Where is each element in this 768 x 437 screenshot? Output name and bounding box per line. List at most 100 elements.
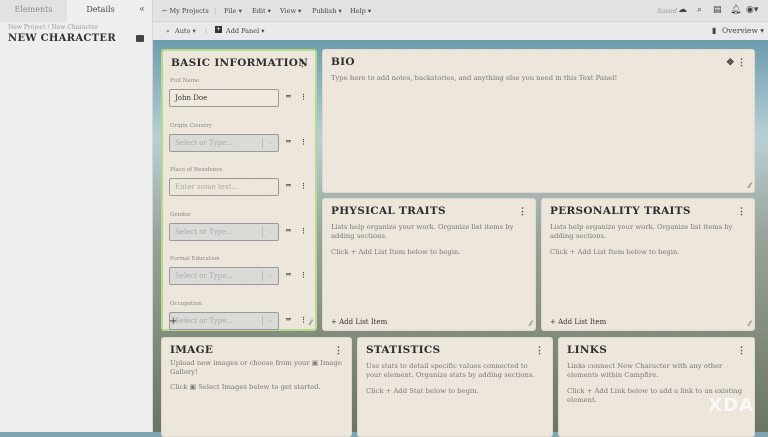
bio-text-input[interactable]: Type here to add notes, backstories, and… xyxy=(331,74,617,83)
panel-description: Upload new images or choose from your ▣ … xyxy=(170,359,342,376)
add-field-icon[interactable]: + xyxy=(169,316,177,327)
field-label: Full Name xyxy=(170,78,200,84)
field-value: Select or Type... xyxy=(175,316,233,325)
resize-handle[interactable]: ⁄⁄ xyxy=(749,320,751,328)
menu-edit[interactable]: Edit ▾ xyxy=(252,7,271,15)
drag-handle-icon[interactable]: ═ xyxy=(286,225,291,235)
panel-title: IMAGE xyxy=(170,344,214,356)
drag-handle-icon[interactable]: ═ xyxy=(286,91,291,101)
sidebar: Elements Details « New Project / New Cha… xyxy=(0,0,153,432)
field-menu-icon[interactable]: ⋮ xyxy=(300,226,307,235)
panel-title: STATISTICS xyxy=(366,344,441,356)
panel-hint: Click ▣ Select Images below to get start… xyxy=(170,383,321,391)
panel-menu-icon[interactable]: ⋮ xyxy=(298,59,307,69)
chevron-down-icon[interactable]: ⌵ xyxy=(262,315,278,326)
add-panel-button[interactable]: Add Panel ▾ xyxy=(226,27,264,35)
field-value: Enter some text... xyxy=(175,183,239,191)
field-input[interactable]: Select or Type... ⌵ xyxy=(169,222,279,241)
zoom-icon: ⌕ xyxy=(166,27,170,35)
panel-menu-icon[interactable]: ⋮ xyxy=(737,207,746,217)
add-list-item-button[interactable]: + Add List Item xyxy=(331,318,387,326)
drag-handle-icon[interactable]: ═ xyxy=(286,314,291,324)
field-label: Occupation xyxy=(170,300,202,307)
edit-image-icon[interactable] xyxy=(136,35,144,42)
drag-handle-icon[interactable]: ═ xyxy=(286,136,291,146)
panel-description: Links connect New Character with any oth… xyxy=(567,362,723,379)
cloud-icon: ☁ xyxy=(678,5,687,15)
menu-publish[interactable]: Publish ▾ xyxy=(312,7,342,15)
field-input[interactable]: Enter some text... xyxy=(169,178,279,196)
field-value: Select or Type... xyxy=(175,138,233,147)
field-input[interactable]: Select or Type... ⌵ xyxy=(169,133,279,152)
field-value: John Doe xyxy=(175,94,208,102)
field-label: Gender xyxy=(170,211,191,218)
field-menu-icon[interactable]: ⋮ xyxy=(300,315,307,324)
statistics-panel[interactable]: STATISTICS ⋮ Use stats to detail specifi… xyxy=(357,337,553,437)
chevron-down-icon[interactable]: ⌵ xyxy=(262,271,278,281)
panel-hint: Click + Add Stat below to begin. xyxy=(366,387,479,395)
menu-help[interactable]: Help ▾ xyxy=(350,7,371,15)
notes-icon[interactable]: ▤ xyxy=(713,5,722,15)
drag-handle-icon[interactable]: ═ xyxy=(286,269,291,279)
chevron-down-icon[interactable]: ⌵ xyxy=(262,137,278,148)
tab-elements[interactable]: Elements xyxy=(0,0,67,22)
personality-traits-panel[interactable]: PERSONALITY TRAITS ⋮ Lists help organize… xyxy=(541,198,755,331)
field-label: Place of Residence xyxy=(170,167,223,173)
field-input[interactable]: Select or Type... ⌵ xyxy=(169,311,279,330)
field-value: Select or Type... xyxy=(175,227,233,236)
field-value: Select or Type... xyxy=(175,272,233,280)
field-label: Formal Education xyxy=(170,256,220,262)
basic-information-panel[interactable]: BASIC INFORMATION ⋮ Full Name John Doe ═… xyxy=(161,49,317,331)
bell-icon[interactable]: 🔔︎ xyxy=(730,5,741,15)
field-menu-icon[interactable]: ⋮ xyxy=(300,181,307,190)
resize-handle[interactable]: ⁄⁄ xyxy=(310,319,312,327)
panel-description: Use stats to detail specific values conn… xyxy=(366,362,535,379)
breadcrumb[interactable]: New Project / New Character xyxy=(8,24,98,31)
page-title: NEW CHARACTER xyxy=(8,33,116,44)
add-panel-icon: + xyxy=(215,26,222,33)
field-input[interactable]: John Doe xyxy=(169,89,279,107)
resize-handle[interactable]: ⁄⁄ xyxy=(749,182,751,190)
panel-menu-icon[interactable]: ⋮ xyxy=(334,346,343,356)
chevron-down-icon[interactable]: ⌵ xyxy=(262,226,278,237)
panel-menu-icon[interactable]: ⋮ xyxy=(737,58,746,68)
image-panel[interactable]: IMAGE ⋮ Upload new images or choose from… xyxy=(161,337,352,437)
field-menu-icon[interactable]: ⋮ xyxy=(300,92,307,101)
divider: | xyxy=(205,27,208,35)
field-label: Origin Country xyxy=(170,122,213,129)
divider: | xyxy=(214,7,217,15)
tab-details[interactable]: Details xyxy=(67,0,134,22)
field-menu-icon[interactable]: ⋮ xyxy=(300,270,307,279)
field-menu-icon[interactable]: ⋮ xyxy=(300,137,307,146)
links-panel[interactable]: LINKS ⋮ Links connect New Character with… xyxy=(558,337,755,437)
my-projects-link[interactable]: ← My Projects xyxy=(162,7,209,15)
drag-handle-icon[interactable]: ═ xyxy=(286,180,291,190)
move-icon[interactable]: ✥ xyxy=(726,58,734,68)
panel-title: BIO xyxy=(331,56,355,68)
panel-title: PERSONALITY TRAITS xyxy=(550,205,691,217)
account-icon[interactable]: ◉▾ xyxy=(746,5,758,15)
physical-traits-panel[interactable]: PHYSICAL TRAITS ⋮ Lists help organize yo… xyxy=(322,198,536,331)
menu-view[interactable]: View ▾ xyxy=(280,7,301,15)
bio-panel[interactable]: BIO ⋮ ✥ Type here to add notes, backstor… xyxy=(322,49,755,193)
field-input[interactable]: Select or Type... ⌵ xyxy=(169,267,279,285)
document-icon: ▮ xyxy=(712,26,717,35)
panel-hint: Click + Add List Item below to begin. xyxy=(331,248,461,256)
search-icon[interactable]: ⌕ xyxy=(697,5,702,15)
zoom-dropdown[interactable]: Auto ▾ xyxy=(175,27,196,35)
panel-description: Lists help organize your work. Organize … xyxy=(550,223,733,240)
overview-dropdown[interactable]: Overview ▾ xyxy=(722,26,764,35)
panel-title: BASIC INFORMATION xyxy=(171,57,309,69)
panel-description: Lists help organize your work. Organize … xyxy=(331,223,514,240)
collapse-sidebar-button[interactable]: « xyxy=(139,4,145,15)
resize-handle[interactable]: ⁄⁄ xyxy=(530,320,532,328)
top-menu-bar: ← My Projects | File ▾ Edit ▾ View ▾ Pub… xyxy=(153,0,768,22)
xda-watermark: XDA xyxy=(708,395,754,416)
panel-title: PHYSICAL TRAITS xyxy=(331,205,446,217)
panel-menu-icon[interactable]: ⋮ xyxy=(535,346,544,356)
add-list-item-button[interactable]: + Add List Item xyxy=(550,318,606,326)
panel-menu-icon[interactable]: ⋮ xyxy=(737,346,746,356)
menu-file[interactable]: File ▾ xyxy=(224,7,242,15)
saved-status: Saved xyxy=(657,7,678,15)
panel-menu-icon[interactable]: ⋮ xyxy=(518,207,527,217)
